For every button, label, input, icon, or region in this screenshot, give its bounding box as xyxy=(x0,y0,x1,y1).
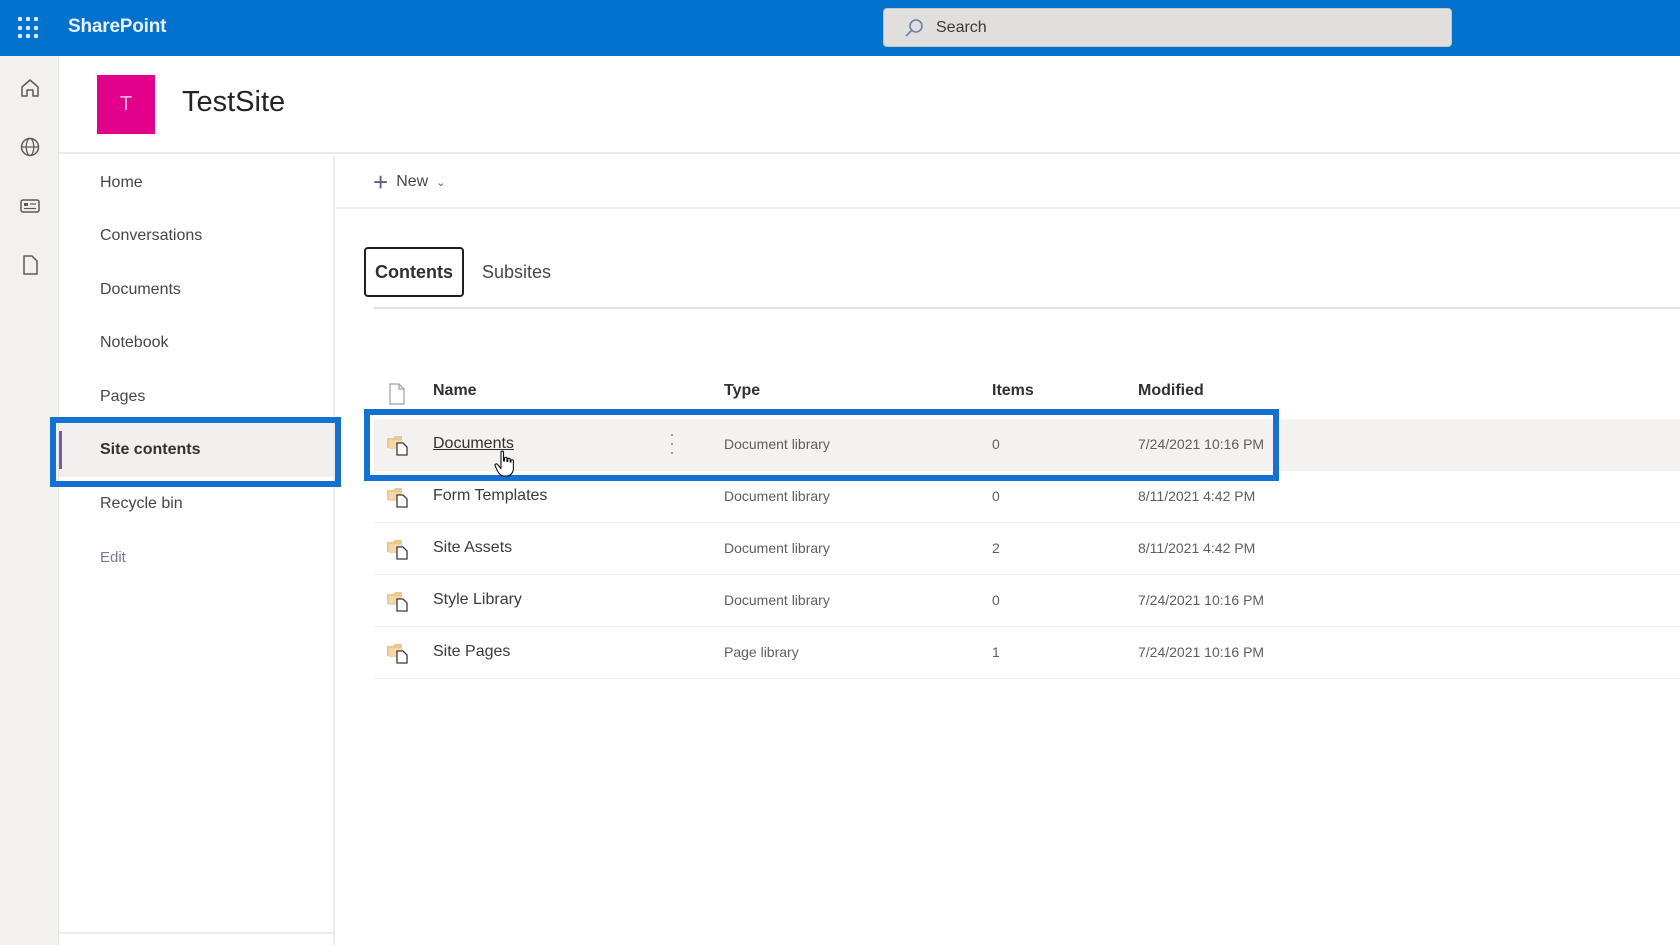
nav-item-site-contents[interactable]: Site contents xyxy=(59,423,333,477)
row-type: Document library xyxy=(724,488,830,504)
nav-item-label: Pages xyxy=(100,388,146,405)
library-icon xyxy=(387,540,408,560)
search-box[interactable] xyxy=(883,8,1452,47)
new-button-label: New xyxy=(396,173,429,190)
nav-edit-link[interactable]: Edit xyxy=(59,530,333,584)
row-modified: 8/11/2021 4:42 PM xyxy=(1138,540,1256,556)
nav-item-pages[interactable]: Pages xyxy=(59,370,333,424)
row-type: Document library xyxy=(724,436,830,452)
site-logo[interactable]: T xyxy=(97,75,155,134)
column-header-name[interactable]: Name xyxy=(433,382,477,400)
row-items: 2 xyxy=(992,540,1000,556)
table-row[interactable]: Documents Document library 0 7/24/2021 1… xyxy=(374,419,1680,471)
tab-contents[interactable]: Contents xyxy=(364,247,464,297)
row-modified: 8/11/2021 4:42 PM xyxy=(1138,488,1256,504)
tabs-divider xyxy=(374,307,1680,309)
app-rail xyxy=(0,56,59,945)
library-icon xyxy=(387,488,408,508)
row-name-link[interactable]: Form Templates xyxy=(433,487,547,505)
row-name-link[interactable]: Site Pages xyxy=(433,643,510,661)
nav-item-documents[interactable]: Documents xyxy=(59,263,333,317)
column-header-type[interactable]: Type xyxy=(724,382,760,400)
row-type: Document library xyxy=(724,540,830,556)
globe-icon[interactable] xyxy=(18,135,42,159)
row-name-link[interactable]: Documents xyxy=(433,435,514,453)
row-name-link[interactable]: Site Assets xyxy=(433,539,512,557)
library-icon xyxy=(387,436,408,456)
row-type: Page library xyxy=(724,644,799,660)
row-items: 1 xyxy=(992,644,1000,660)
column-header-items[interactable]: Items xyxy=(992,382,1034,400)
more-options-icon[interactable] xyxy=(664,431,680,457)
nav-item-label: Site contents xyxy=(100,441,201,458)
file-icon[interactable] xyxy=(18,253,42,277)
chevron-down-icon: ⌄ xyxy=(436,176,446,189)
nav-item-notebook[interactable]: Notebook xyxy=(59,316,333,370)
nav-item-label: Recycle bin xyxy=(100,495,183,512)
site-navigation: Home Conversations Documents Notebook Pa… xyxy=(59,156,335,945)
site-title[interactable]: TestSite xyxy=(182,86,285,119)
news-icon[interactable] xyxy=(18,194,42,218)
app-brand[interactable]: SharePoint xyxy=(68,16,167,38)
library-icon xyxy=(387,592,408,612)
nav-divider xyxy=(59,932,333,934)
nav-item-recycle-bin[interactable]: Recycle bin xyxy=(59,477,333,531)
row-modified: 7/24/2021 10:16 PM xyxy=(1138,644,1265,660)
table-header: Name Type Items Modified xyxy=(374,370,1680,416)
library-icon xyxy=(387,644,408,664)
nav-edit-label: Edit xyxy=(100,548,126,566)
table-row[interactable]: Style Library Document library 0 7/24/20… xyxy=(374,575,1680,627)
command-bar: + New ⌄ xyxy=(336,156,1680,209)
home-icon[interactable] xyxy=(18,76,42,100)
row-type: Document library xyxy=(724,592,830,608)
nav-item-label: Home xyxy=(100,174,143,191)
table-row[interactable]: Site Pages Page library 1 7/24/2021 10:1… xyxy=(374,627,1680,679)
search-input[interactable] xyxy=(936,9,1436,46)
nav-item-label: Documents xyxy=(100,281,181,298)
row-modified: 7/24/2021 10:16 PM xyxy=(1138,592,1265,608)
row-name-link[interactable]: Style Library xyxy=(433,591,522,609)
nav-item-home[interactable]: Home xyxy=(59,156,333,210)
new-button[interactable]: + New ⌄ xyxy=(373,169,445,195)
plus-icon: + xyxy=(373,167,389,197)
row-items: 0 xyxy=(992,592,1000,608)
table-row[interactable]: Site Assets Document library 2 8/11/2021… xyxy=(374,523,1680,575)
file-type-header-icon[interactable] xyxy=(388,383,406,405)
app-launcher-icon[interactable] xyxy=(18,17,40,39)
column-header-modified[interactable]: Modified xyxy=(1138,382,1204,400)
row-modified: 7/24/2021 10:16 PM xyxy=(1138,436,1265,452)
site-header: T TestSite xyxy=(59,56,1680,154)
suite-bar: SharePoint xyxy=(0,0,1680,56)
nav-item-label: Notebook xyxy=(100,334,169,351)
row-items: 0 xyxy=(992,488,1000,504)
nav-item-conversations[interactable]: Conversations xyxy=(59,209,333,263)
row-items: 0 xyxy=(992,436,1000,452)
search-icon xyxy=(905,19,923,37)
table-row[interactable]: Form Templates Document library 0 8/11/2… xyxy=(374,471,1680,523)
nav-item-label: Conversations xyxy=(100,227,203,244)
tab-subsites[interactable]: Subsites xyxy=(482,247,551,297)
